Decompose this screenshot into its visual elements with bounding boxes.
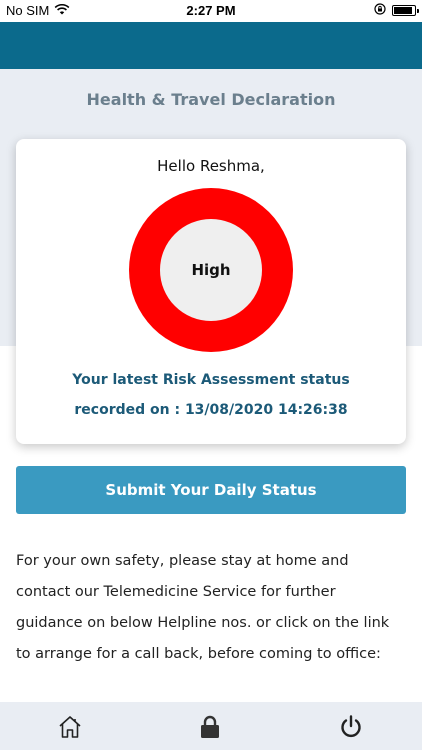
status-bar: No SIM 2:27 PM [0, 0, 422, 22]
battery-icon [392, 5, 419, 16]
risk-indicator-ring: High [129, 188, 293, 352]
page-title: Health & Travel Declaration [86, 90, 336, 109]
risk-indicator-center: High [160, 219, 262, 321]
risk-status-text: Your latest Risk Assessment status [72, 372, 350, 388]
risk-recorded-date: recorded on : 13/08/2020 14:26:38 [74, 402, 348, 418]
risk-level-label: High [191, 261, 231, 279]
submit-daily-status-button[interactable]: Submit Your Daily Status [16, 466, 406, 514]
bottom-nav [0, 702, 422, 750]
status-time: 2:27 PM [186, 3, 236, 18]
risk-status-card: Hello Reshma, High Your latest Risk Asse… [16, 139, 406, 444]
home-icon[interactable] [55, 712, 85, 742]
lock-icon[interactable] [195, 712, 225, 742]
orientation-lock-icon [374, 3, 386, 18]
app-top-bar [0, 22, 422, 69]
power-icon[interactable] [336, 712, 366, 742]
status-right [374, 3, 419, 18]
submit-button-label: Submit Your Daily Status [105, 481, 317, 499]
safety-info-text: For your own safety, please stay at home… [16, 553, 390, 662]
greeting-text: Hello Reshma, [157, 157, 265, 175]
